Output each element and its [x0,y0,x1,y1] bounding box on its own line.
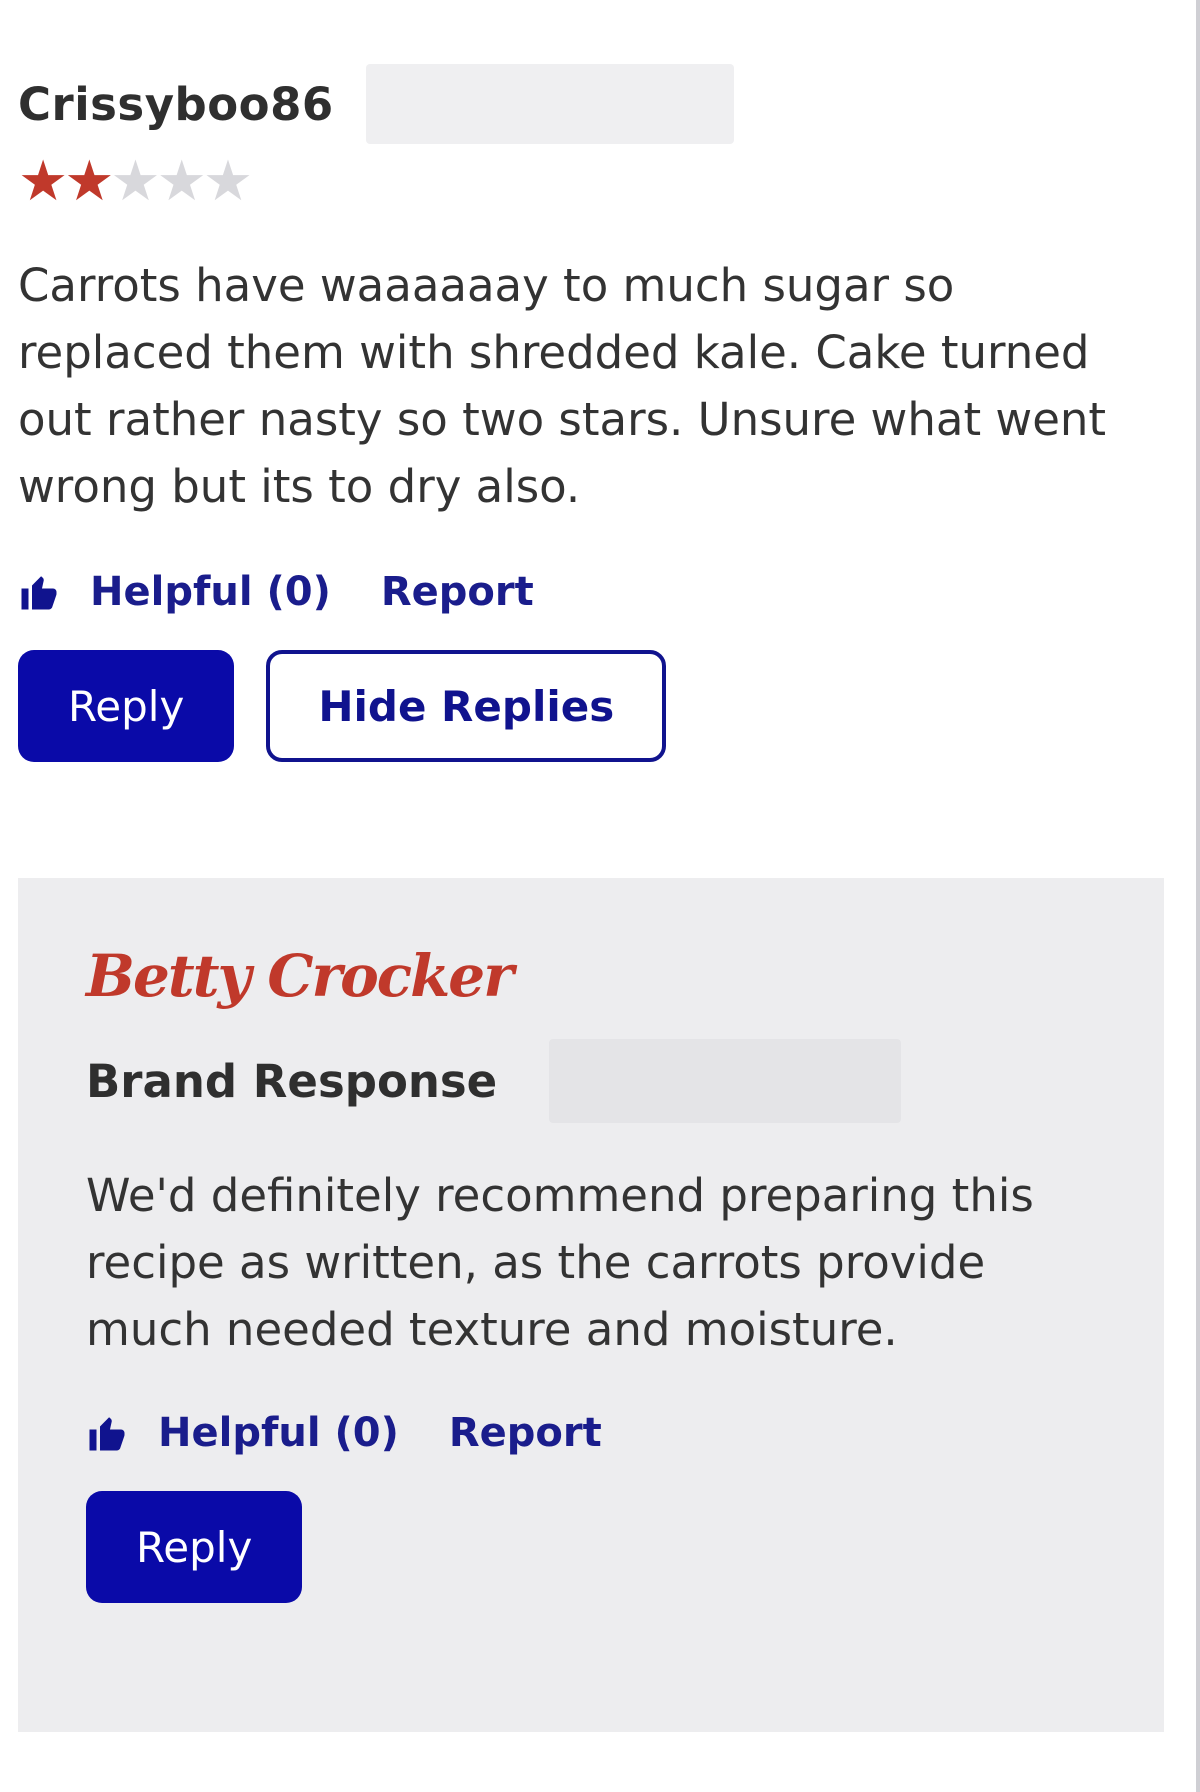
star-icon: ★ [18,149,69,214]
hide-replies-button[interactable]: Hide Replies [266,650,667,762]
right-edge-divider [1196,0,1200,1792]
brand-response-title: Brand Response [86,1054,498,1108]
thumbs-up-icon[interactable] [18,571,60,613]
review-actions: Helpful (0) Report [18,562,1148,622]
redacted-date [365,64,734,144]
helpful-link[interactable]: Helpful (0) [90,569,331,615]
review-buttons: Reply Hide Replies [18,650,1148,762]
review-card: Crissyboo86 ★ ★ ★ ★ ★ Carrots have waaaa… [18,64,1148,762]
thumbs-up-icon[interactable] [86,1412,128,1454]
reply-button[interactable]: Reply [86,1491,303,1603]
star-icon: ★ [64,149,115,214]
star-icon: ★ [156,149,207,214]
reply-button[interactable]: Reply [18,650,235,762]
betty-crocker-logo: Betty Crocker [86,942,514,1010]
redacted-date [549,1039,902,1123]
report-link[interactable]: Report [449,1410,602,1456]
response-actions: Helpful (0) Report [86,1403,1126,1463]
star-rating: ★ ★ ★ ★ ★ [18,152,1148,212]
brand-response-content: Betty Crocker Brand Response We'd defini… [86,936,1126,1603]
response-buttons: Reply [86,1491,1126,1603]
helpful-link[interactable]: Helpful (0) [158,1410,399,1456]
review-text: Carrots have waaaaaay to much sugar so r… [18,259,1107,513]
brand-response-text: We'd definitely recommend preparing this… [86,1169,1034,1356]
star-icon: ★ [110,149,161,214]
report-link[interactable]: Report [381,569,534,615]
brand-response-card: Betty Crocker Brand Response We'd defini… [18,878,1164,1732]
review-header: Crissyboo86 [18,64,1148,144]
star-icon: ★ [202,149,254,214]
reviewer-username: Crissyboo86 [18,77,334,131]
brand-response-header: Brand Response [86,1038,1126,1124]
